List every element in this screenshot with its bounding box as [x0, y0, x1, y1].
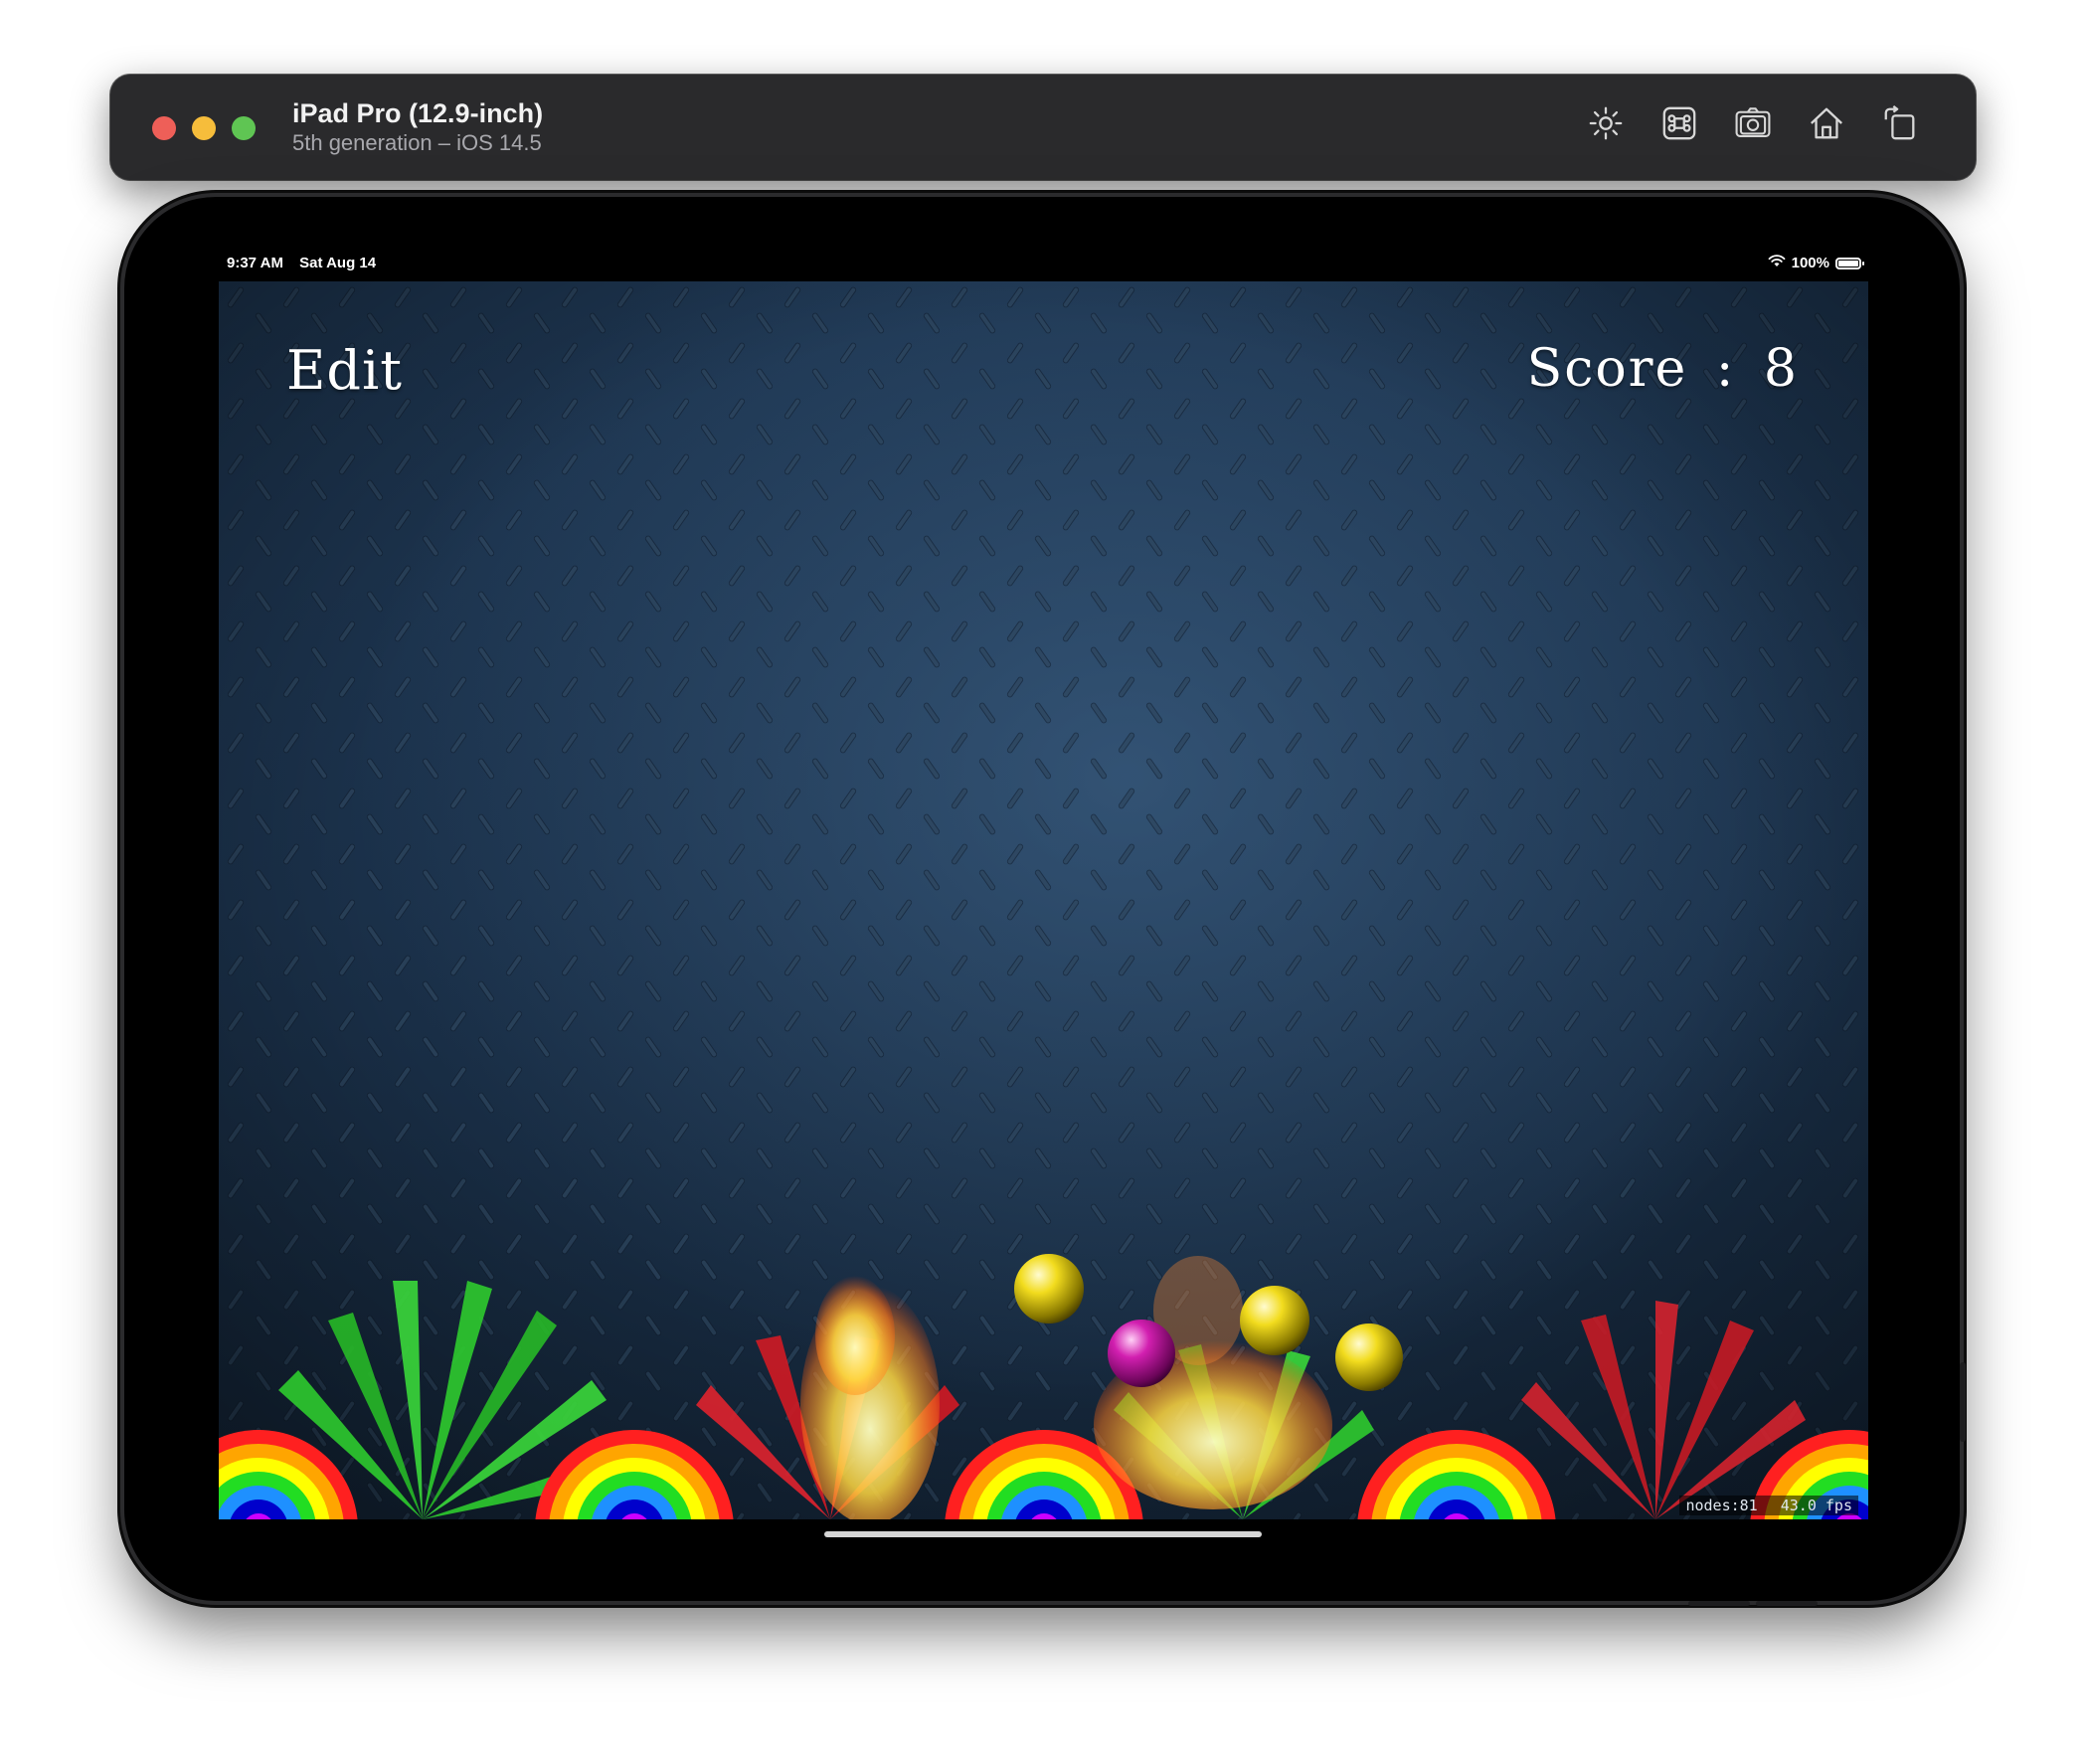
top-button [1688, 1601, 1750, 1606]
score-value: 8 [1763, 339, 1799, 399]
score-label: Score [1526, 339, 1688, 399]
status-time: 9:37 AM [227, 255, 283, 271]
simulator-toolbar [1585, 102, 1921, 144]
zoom-window-button[interactable] [232, 116, 256, 140]
battery-percentage: 100% [1791, 255, 1829, 271]
spritekit-debug-overlay: nodes:81 43.0 fps [1679, 1496, 1858, 1515]
rotate-icon[interactable] [1879, 102, 1921, 144]
debug-fps: 43.0 fps [1780, 1497, 1852, 1514]
bottom-play-area [219, 1254, 1868, 1519]
screenshot-camera-icon[interactable] [1732, 102, 1774, 144]
fire-effect [815, 1276, 895, 1395]
rainbow-bumper [1357, 1430, 1556, 1519]
score-display: Score : 8 [1517, 339, 1799, 399]
debug-nodes: nodes:81 [1685, 1497, 1758, 1514]
command-key-icon[interactable] [1658, 102, 1700, 144]
rainbow-bumper [219, 1430, 358, 1519]
yellow-ball [1335, 1323, 1403, 1391]
minimize-window-button[interactable] [192, 116, 216, 140]
status-bar-right: 100% [1768, 255, 1864, 271]
status-bar-left: 9:37 AM Sat Aug 14 [227, 255, 376, 271]
home-icon[interactable] [1806, 102, 1847, 144]
device-subtitle: 5th generation – iOS 14.5 [292, 130, 542, 155]
magenta-ball [1108, 1320, 1175, 1387]
wifi-icon [1768, 255, 1786, 271]
brightness-icon[interactable] [1585, 102, 1627, 144]
device-name: iPad Pro (12.9-inch) [292, 98, 544, 128]
status-date: Sat Aug 14 [299, 255, 377, 271]
volume-button [1960, 1362, 1966, 1442]
rainbow-bumper [535, 1430, 734, 1519]
yellow-ball [1240, 1286, 1309, 1355]
home-indicator[interactable] [824, 1531, 1262, 1537]
top-button [1756, 1601, 1818, 1606]
score-separator: : [1715, 339, 1736, 399]
edit-button[interactable]: Edit [286, 339, 403, 402]
game-scene[interactable]: Edit Score : 8 nodes:81 43.0 fps [219, 281, 1868, 1519]
simulator-title-bar: iPad Pro (12.9-inch) 5th generation – iO… [110, 75, 1976, 180]
yellow-ball [1014, 1254, 1084, 1323]
battery-icon [1835, 257, 1864, 269]
close-window-button[interactable] [152, 116, 176, 140]
